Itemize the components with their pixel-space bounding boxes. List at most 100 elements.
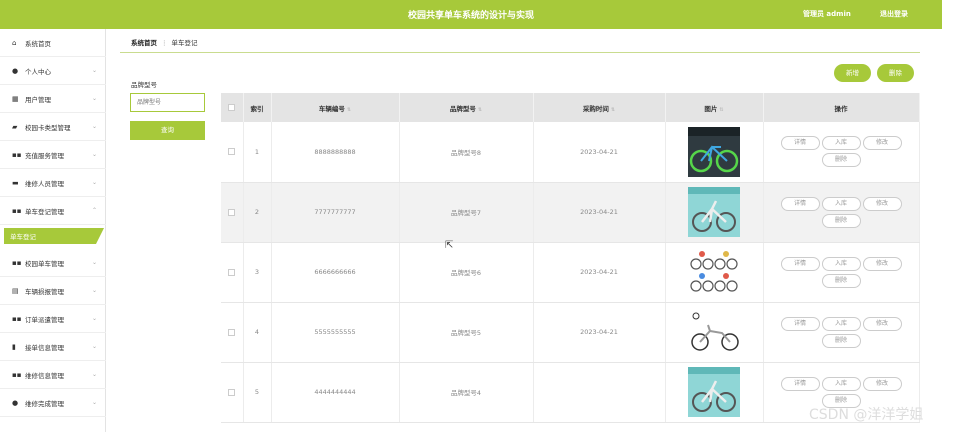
sidebar-item-users[interactable]: ▦ 用户管理 ⌄ (0, 85, 106, 113)
row-delete-button[interactable]: 删除 (821, 333, 861, 348)
detail-button[interactable]: 详情 (780, 376, 820, 391)
table-row: 4 5555555555 品牌型号5 2023-04-21 详情 入库 修改 删… (221, 302, 920, 363)
admin-user-label: 管理员 admin (803, 10, 851, 18)
bike-table: 索引 车辆编号 ⇅ 品牌型号 ⇅ 采购时间 ⇅ 图片 ⇅ 操作 1 8888888888… (221, 93, 920, 423)
sidebar-item-order-accept[interactable]: ▮ 接单信息管理 ⌄ (0, 333, 106, 361)
bike-photo (688, 367, 740, 417)
chevron-down-icon: ⌄ (91, 315, 97, 322)
cell-date: 2023-04-21 (533, 182, 666, 243)
cell-brand: 品牌型号6 (399, 242, 534, 303)
brand-search-input[interactable] (130, 93, 205, 112)
grid-icon: ▦ (12, 94, 19, 103)
sort-icon: ⇅ (477, 106, 483, 113)
breadcrumb: 系统首页 ⋮ 单车登记 (131, 37, 198, 47)
cell-date (533, 362, 666, 423)
apps-icon: ▪▪ (12, 258, 22, 267)
cell-brand: 品牌型号4 (399, 362, 534, 423)
stock-in-button[interactable]: 入库 (821, 196, 861, 211)
sidebar-item-card-types[interactable]: ▰ 校园卡类型管理 ⌄ (0, 113, 106, 141)
row-delete-button[interactable]: 删除 (821, 213, 861, 228)
cell-bike-no: 5555555555 (271, 302, 400, 363)
cell-index: 2 (243, 182, 272, 243)
chevron-down-icon: ⌄ (91, 123, 97, 130)
bike-photo (688, 307, 740, 357)
row-checkbox[interactable] (221, 242, 244, 303)
logout-link[interactable]: 退出登录 (880, 9, 908, 19)
column-header-date[interactable]: 采购时间 ⇅ (533, 93, 666, 122)
breadcrumb-divider (120, 52, 920, 53)
chevron-down-icon: ⌄ (91, 95, 97, 102)
cell-date: 2023-04-21 (533, 302, 666, 363)
chevron-down-icon: ⌄ (91, 179, 97, 186)
bike-photo (688, 187, 740, 237)
sidebar-item-profile[interactable]: ● 个人中心 ⌄ (0, 57, 106, 85)
edit-button[interactable]: 修改 (862, 376, 902, 391)
detail-button[interactable]: 详情 (780, 136, 820, 151)
row-checkbox[interactable] (221, 182, 244, 243)
edit-button[interactable]: 修改 (862, 256, 902, 271)
clipboard-icon: ▤ (12, 286, 19, 295)
add-button[interactable]: 新增 (834, 64, 871, 82)
sidebar-item-home[interactable]: ⌂ 系统首页 (0, 29, 106, 57)
row-delete-button[interactable]: 删除 (821, 153, 861, 168)
stock-in-button[interactable]: 入库 (821, 376, 861, 391)
sort-icon: ⇅ (719, 106, 724, 113)
stock-in-button[interactable]: 入库 (821, 316, 861, 331)
cell-date: 2023-04-21 (533, 122, 666, 183)
cell-bike-no: 6666666666 (271, 242, 400, 303)
breadcrumb-home[interactable]: 系统首页 (131, 39, 157, 47)
edit-button[interactable]: 修改 (862, 136, 902, 151)
row-checkbox[interactable] (221, 122, 244, 183)
sidebar-item-damage-reports[interactable]: ▤ 车辆损报管理 ⌄ (0, 277, 106, 305)
chevron-down-icon: ⌄ (91, 371, 97, 378)
detail-button[interactable]: 详情 (780, 256, 820, 271)
delete-button[interactable]: 删除 (877, 64, 914, 82)
watermark: CSDN @洋洋学姐 (809, 407, 924, 423)
sidebar-item-dispatch[interactable]: ▪▪ 订单派遣管理 ⌄ (0, 305, 106, 333)
sidebar-item-repair-info[interactable]: ▪▪ 维修信息管理 ⌄ (0, 361, 106, 389)
select-all-checkbox[interactable] (221, 93, 244, 122)
stock-in-button[interactable]: 入库 (821, 256, 861, 271)
search-button[interactable]: 查询 (130, 121, 205, 140)
cell-image (665, 302, 764, 363)
apps-icon: ▪▪ (12, 370, 22, 379)
detail-button[interactable]: 详情 (780, 316, 820, 331)
chevron-down-icon: ⌄ (91, 343, 97, 350)
row-checkbox[interactable] (221, 302, 244, 363)
cell-brand: 品牌型号5 (399, 302, 534, 363)
sidebar: ⌂ 系统首页 ● 个人中心 ⌄ ▦ 用户管理 ⌄ ▰ 校园卡类型管理 ⌄ ▪▪ … (0, 29, 106, 432)
apps-icon: ▪▪ (12, 206, 22, 215)
cell-actions: 详情 入库 修改 删除 (763, 122, 920, 183)
chevron-down-icon: ⌄ (91, 259, 97, 266)
app-title: 校园共享单车系统的设计与实现 (407, 11, 534, 21)
chevron-down-icon: ⌄ (91, 287, 97, 294)
edit-button[interactable]: 修改 (862, 196, 902, 211)
edit-button[interactable]: 修改 (862, 316, 902, 331)
column-header-bike-no[interactable]: 车辆编号 ⇅ (271, 93, 400, 122)
row-delete-button[interactable]: 删除 (821, 273, 861, 288)
cell-index: 3 (243, 242, 272, 303)
sort-icon: ⇅ (346, 106, 352, 113)
search-label: 品牌型号 (131, 81, 157, 89)
chevron-down-icon: ⌄ (91, 67, 97, 74)
cell-image (665, 122, 764, 183)
sort-icon: ⇅ (610, 106, 616, 113)
stock-in-button[interactable]: 入库 (821, 136, 861, 151)
column-header-brand[interactable]: 品牌型号 ⇅ (399, 93, 534, 122)
sidebar-item-campus-bikes[interactable]: ▪▪ 校园单车管理 ⌄ (0, 249, 106, 277)
sidebar-item-repair-staff[interactable]: ▬ 维修人员管理 ⌄ (0, 169, 106, 197)
detail-button[interactable]: 详情 (780, 196, 820, 211)
bar-chart-icon: ▮ (12, 342, 16, 351)
sidebar-item-bike-registration[interactable]: ▪▪ 单车登记管理 ⌃ (0, 197, 106, 225)
card-icon: ▰ (12, 122, 18, 131)
cell-image (665, 362, 764, 423)
cell-index: 4 (243, 302, 272, 363)
sidebar-item-recharge[interactable]: ▪▪ 充值服务管理 ⌄ (0, 141, 106, 169)
sidebar-item-repair-done[interactable]: ● 维修完成管理 ⌄ (0, 389, 106, 417)
bike-photo (688, 126, 740, 177)
column-header-index: 索引 (243, 93, 272, 122)
sidebar-subitem-bike-register[interactable]: 单车登记 (0, 226, 106, 246)
table-row: 1 8888888888 品牌型号8 2023-04-21 详情 入库 修改 删… (221, 122, 920, 183)
column-header-image[interactable]: 图片 ⇅ (665, 93, 764, 122)
row-checkbox[interactable] (221, 362, 244, 423)
